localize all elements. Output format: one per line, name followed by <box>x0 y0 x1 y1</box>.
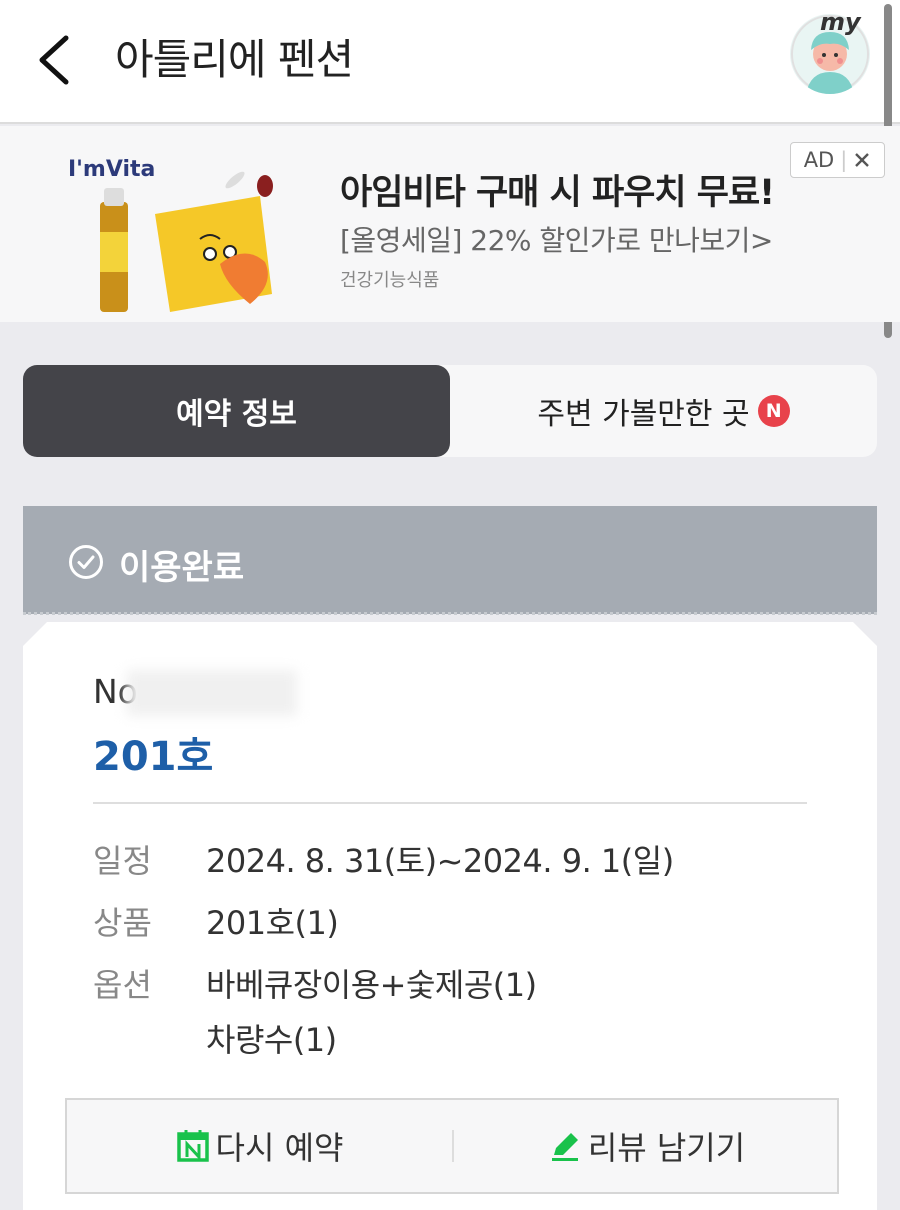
ad-label: AD <box>803 148 835 172</box>
tab-label: 예약 정보 <box>176 397 297 432</box>
ad-product-image: I'mVita <box>68 157 273 312</box>
ad-title: 아임비타 구매 시 파우치 무료! <box>340 173 775 213</box>
ticket-perforation <box>23 611 877 615</box>
page-title: 아틀리에 펜션 <box>115 35 354 84</box>
tab-reservation-info[interactable]: 예약 정보 <box>23 365 450 457</box>
product-label: 상품 <box>93 904 152 942</box>
my-label: my <box>820 8 861 36</box>
reservation-card: No 201호 일정 2024. 8. 31(토)~2024. 9. 1(일) … <box>23 622 877 1210</box>
tab-bar: 예약 정보 주변 가볼만한 곳 N <box>23 365 877 457</box>
new-badge: N <box>757 395 790 427</box>
ad-subtitle: [올영세일] 22% 할인가로 만나보기> <box>340 224 773 257</box>
ad-brand-logo: I'mVita <box>68 157 155 182</box>
reservation-status-banner: 이용완료 <box>23 506 877 615</box>
tab-label: 주변 가볼만한 곳 <box>537 397 750 432</box>
option-value-1: 바베큐장이용+숯제공(1) <box>206 966 537 1004</box>
status-label: 이용완료 <box>119 548 245 588</box>
rebook-button[interactable]: 다시 예약 <box>67 1100 452 1192</box>
product-value: 201호(1) <box>206 904 339 942</box>
ad-close-badge[interactable]: AD | <box>790 142 885 178</box>
calendar-n-icon <box>176 1129 210 1163</box>
ad-category: 건강기능식품 <box>340 270 440 291</box>
write-review-button[interactable]: 리뷰 남기기 <box>454 1100 839 1192</box>
chevron-left-icon <box>39 35 69 85</box>
close-icon[interactable] <box>853 151 871 169</box>
reservation-number-redacted <box>127 670 297 716</box>
rebook-label: 다시 예약 <box>215 1129 344 1167</box>
option-value-2: 차량수(1) <box>206 1021 337 1059</box>
app-header: 아틀리에 펜션 my <box>0 0 900 124</box>
ad-banner[interactable]: I'mVita 아임비타 구매 시 파우치 무료! [올영세일] 22% 할인가… <box>0 126 900 322</box>
back-button[interactable] <box>30 30 80 90</box>
room-name: 201호 <box>93 734 214 780</box>
tab-nearby-places[interactable]: 주변 가볼만한 곳 N <box>450 365 877 457</box>
review-label: 리뷰 남기기 <box>587 1129 746 1167</box>
pencil-icon <box>548 1129 582 1163</box>
schedule-value: 2024. 8. 31(토)~2024. 9. 1(일) <box>206 842 674 880</box>
option-label: 옵션 <box>93 966 152 1004</box>
action-bar: 다시 예약 리뷰 남기기 <box>65 1098 839 1194</box>
divider <box>93 802 807 804</box>
schedule-label: 일정 <box>93 842 152 880</box>
ad-badge-divider: | <box>840 148 848 172</box>
check-circle-icon <box>69 545 103 579</box>
